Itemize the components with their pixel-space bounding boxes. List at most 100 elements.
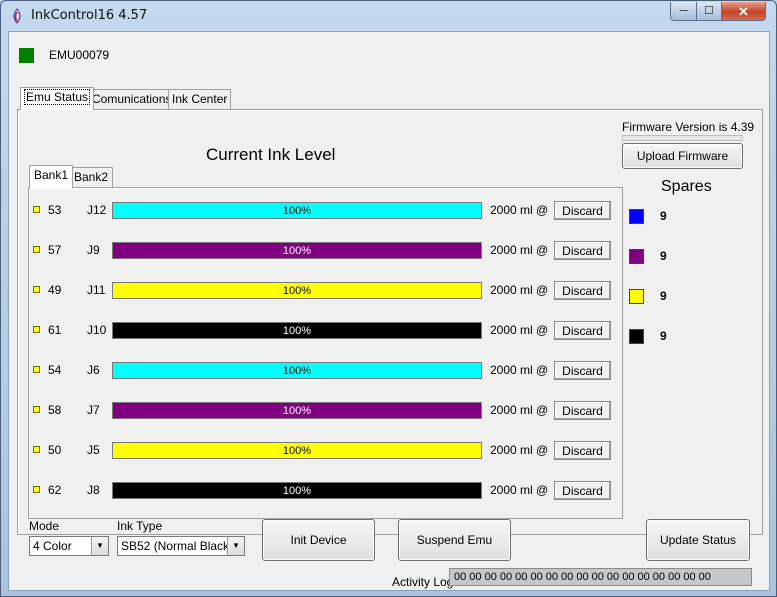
discard-button[interactable]: Discard — [554, 201, 611, 220]
level-indicator-icon — [33, 406, 40, 413]
bank1-panel: 53 J12 100% 2000 ml @ Discard 57 J9 100% 2000 ml… — [28, 187, 623, 519]
discard-button[interactable]: Discard — [554, 401, 611, 420]
ink-level-bar: 100% — [112, 362, 482, 379]
ink-level-text: 100% — [282, 484, 312, 497]
ink-slot: J11 — [87, 283, 106, 297]
spare-count: 9 — [660, 209, 667, 223]
spare-color-swatch — [629, 289, 644, 304]
ink-count: 54 — [48, 363, 62, 377]
ink-count: 58 — [48, 403, 62, 417]
tab-bank2[interactable]: Bank2 — [69, 167, 114, 187]
ink-slot: J6 — [87, 363, 100, 377]
ink-count: 61 — [48, 323, 62, 337]
spare-color-swatch — [629, 329, 644, 344]
ink-row: 62 J8 100% 2000 ml @ Discard — [29, 480, 624, 504]
spare-item: 9 — [629, 207, 689, 227]
spare-item: 9 — [629, 287, 689, 307]
title-bar[interactable]: InkControl16 4.57 ─ ☐ ✕ — [1, 1, 776, 31]
discard-button[interactable]: Discard — [554, 321, 611, 340]
ink-volume: 2000 ml @ — [490, 323, 549, 337]
ink-level-bar: 100% — [112, 482, 482, 499]
minimize-button[interactable]: ─ — [670, 2, 697, 21]
device-status-indicator — [19, 48, 34, 63]
discard-button[interactable]: Discard — [554, 441, 611, 460]
ink-count: 50 — [48, 443, 62, 457]
level-indicator-icon — [33, 486, 40, 493]
ink-level-bar: 100% — [112, 282, 482, 299]
ink-row: 54 J6 100% 2000 ml @ Discard — [29, 360, 624, 384]
init-device-button[interactable]: Init Device — [262, 519, 375, 561]
spare-color-swatch — [629, 209, 644, 224]
ink-row: 49 J11 100% 2000 ml @ Discard — [29, 280, 624, 304]
maximize-button[interactable]: ☐ — [696, 2, 722, 21]
emu-status-panel: Firmware Version is 4.39 Upload Firmware… — [17, 109, 763, 535]
ink-count: 53 — [48, 203, 62, 217]
mode-value: 4 Color — [33, 539, 72, 553]
activity-log: 00 00 00 00 00 00 00 00 00 00 00 00 00 0… — [449, 568, 752, 586]
ink-level-bar: 100% — [112, 202, 482, 219]
mode-select[interactable]: 4 Color ▼ — [29, 536, 109, 556]
ink-type-label: Ink Type — [117, 519, 163, 533]
ink-level-text: 100% — [282, 324, 312, 337]
ink-level-text: 100% — [282, 204, 312, 217]
device-id: EMU00079 — [49, 48, 110, 62]
chevron-down-icon: ▼ — [227, 537, 244, 555]
upload-firmware-button[interactable]: Upload Firmware — [622, 143, 743, 169]
ink-level-text: 100% — [282, 404, 312, 417]
level-indicator-icon — [33, 246, 40, 253]
app-window: InkControl16 4.57 ─ ☐ ✕ EMU00079 Emu Sta… — [0, 0, 777, 597]
ink-slot: J12 — [87, 203, 107, 217]
ink-slot: J9 — [87, 243, 100, 257]
tab-comunications[interactable]: Comunications — [88, 89, 176, 109]
spare-item: 9 — [629, 327, 689, 347]
ink-row: 58 J7 100% 2000 ml @ Discard — [29, 400, 624, 424]
chevron-down-icon: ▼ — [91, 537, 108, 555]
ink-volume: 2000 ml @ — [490, 363, 549, 377]
window-title: InkControl16 4.57 — [31, 8, 148, 23]
ink-level-bar: 100% — [112, 402, 482, 419]
ink-type-select[interactable]: SB52 (Normal Black) ▼ — [117, 536, 245, 556]
tab-label: Ink Center — [172, 92, 228, 106]
level-indicator-icon — [33, 286, 40, 293]
ink-row: 50 J5 100% 2000 ml @ Discard — [29, 440, 624, 464]
ink-volume: 2000 ml @ — [490, 283, 549, 297]
ink-count: 62 — [48, 483, 62, 497]
activity-log-label: Activity Log — [392, 575, 454, 589]
discard-button[interactable]: Discard — [554, 361, 611, 380]
tab-label: Comunications — [92, 92, 172, 106]
ink-type-value: SB52 (Normal Black) — [121, 539, 234, 553]
tab-label: Emu Status — [24, 89, 91, 105]
spare-count: 9 — [660, 249, 667, 263]
close-icon: ✕ — [738, 3, 749, 19]
close-button[interactable]: ✕ — [721, 2, 766, 21]
ink-level-bar: 100% — [112, 442, 482, 459]
tab-bank1[interactable]: Bank1 — [29, 165, 74, 188]
ink-volume: 2000 ml @ — [490, 243, 549, 257]
discard-button[interactable]: Discard — [554, 241, 611, 260]
ink-row: 53 J12 100% 2000 ml @ Discard — [29, 200, 624, 224]
ink-level-text: 100% — [282, 244, 312, 257]
ink-count: 57 — [48, 243, 62, 257]
ink-volume: 2000 ml @ — [490, 403, 549, 417]
ink-row: 57 J9 100% 2000 ml @ Discard — [29, 240, 624, 264]
spare-count: 9 — [660, 329, 667, 343]
app-icon — [13, 8, 21, 24]
ink-row: 61 J10 100% 2000 ml @ Discard — [29, 320, 624, 344]
discard-button[interactable]: Discard — [554, 281, 611, 300]
ink-level-text: 100% — [282, 284, 312, 297]
tab-ink-center[interactable]: Ink Center — [168, 89, 232, 109]
ink-level-bar: 100% — [112, 322, 482, 339]
ink-slot: J7 — [87, 403, 100, 417]
ink-slot: J8 — [87, 483, 100, 497]
ink-slot: J10 — [87, 323, 107, 337]
level-indicator-icon — [33, 326, 40, 333]
suspend-emu-button[interactable]: Suspend Emu — [398, 519, 511, 561]
update-status-button[interactable]: Update Status — [646, 519, 750, 561]
tab-emu-status[interactable]: Emu Status — [20, 87, 95, 110]
ink-slot: J5 — [87, 443, 100, 457]
discard-button[interactable]: Discard — [554, 481, 611, 500]
ink-volume: 2000 ml @ — [490, 443, 549, 457]
ink-volume: 2000 ml @ — [490, 483, 549, 497]
spare-count: 9 — [660, 289, 667, 303]
ink-level-text: 100% — [282, 444, 312, 457]
